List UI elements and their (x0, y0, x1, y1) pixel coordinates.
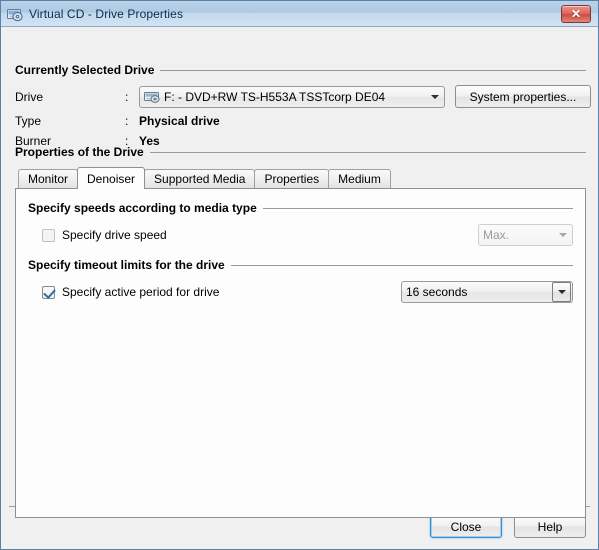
chevron-down-icon[interactable] (426, 94, 444, 99)
specify-drive-speed-control[interactable]: Specify drive speed (42, 228, 478, 242)
active-period-value: 16 seconds (406, 285, 468, 299)
drive-colon: : (125, 89, 129, 104)
group-rule (160, 69, 586, 71)
specify-active-period-control[interactable]: Specify active period for drive (42, 285, 401, 299)
drive-speed-value: Max. (483, 228, 510, 242)
drive-info-grid: Drive : F: - DVD+RW TS-H553A TSSTcorp DE… (15, 85, 591, 148)
specify-drive-speed-row: Specify drive speed Max. (28, 224, 573, 246)
title-bar: Virtual CD - Drive Properties ✕ (1, 1, 598, 27)
chevron-down-icon[interactable] (552, 282, 571, 302)
speeds-group: Specify speeds according to media type S… (28, 201, 573, 246)
drive-selection-row: F: - DVD+RW TS-H553A TSSTcorp DE04 Syste… (139, 85, 591, 108)
timeout-group-header: Specify timeout limits for the drive (28, 258, 573, 272)
tab-strip: Monitor Denoiser Supported Media Propert… (15, 167, 586, 189)
drive-select-value: F: - DVD+RW TS-H553A TSSTcorp DE04 (164, 89, 386, 104)
properties-of-drive-group: Properties of the Drive Monitor Denoiser… (15, 145, 586, 518)
tab-monitor[interactable]: Monitor (18, 169, 79, 188)
selected-drive-group-header: Currently Selected Drive (15, 63, 586, 77)
tab-panel-denoiser: Specify speeds according to media type S… (15, 188, 586, 518)
specify-drive-speed-label: Specify drive speed (62, 228, 167, 242)
properties-group-title: Properties of the Drive (15, 145, 144, 159)
specify-drive-speed-checkbox[interactable] (42, 228, 55, 242)
tab-properties[interactable]: Properties (254, 169, 330, 188)
close-icon: ✕ (570, 6, 582, 21)
dialog-body: Currently Selected Drive Drive : F: - DV… (1, 27, 598, 549)
speeds-group-title: Specify speeds according to media type (28, 201, 257, 215)
close-button[interactable]: Close (430, 515, 502, 538)
timeout-group-title: Specify timeout limits for the drive (28, 258, 225, 272)
tab-supported-media[interactable]: Supported Media (144, 169, 256, 188)
specify-active-period-row: Specify active period for drive 16 secon… (28, 281, 573, 303)
type-label: Type (15, 114, 42, 128)
timeout-group: Specify timeout limits for the drive Spe… (28, 258, 573, 303)
group-rule (230, 264, 573, 266)
system-properties-button[interactable]: System properties... (455, 85, 591, 108)
currently-selected-drive-group: Currently Selected Drive Drive : F: - DV… (15, 63, 591, 148)
help-button[interactable]: Help (514, 515, 586, 538)
type-value: Physical drive (139, 114, 220, 128)
tab-denoiser[interactable]: Denoiser (77, 167, 146, 189)
chevron-down-icon[interactable] (554, 233, 572, 237)
properties-group-header: Properties of the Drive (15, 145, 586, 159)
window-title: Virtual CD - Drive Properties (29, 6, 184, 21)
specify-active-period-checkbox[interactable] (42, 285, 55, 299)
optical-drive-icon (144, 90, 160, 104)
active-period-combobox[interactable]: 16 seconds (401, 281, 573, 303)
specify-active-period-label: Specify active period for drive (62, 285, 220, 299)
close-window-button[interactable]: ✕ (561, 4, 591, 23)
drive-select-combobox[interactable]: F: - DVD+RW TS-H553A TSSTcorp DE04 (139, 85, 445, 108)
drive-speed-combobox[interactable]: Max. (478, 224, 573, 246)
drive-label: Drive (15, 89, 44, 104)
group-rule (149, 151, 586, 153)
dialog-window: Virtual CD - Drive Properties ✕ Currentl… (0, 0, 599, 550)
cd-drive-icon (7, 6, 23, 22)
selected-drive-group-title: Currently Selected Drive (15, 63, 155, 77)
group-rule (262, 207, 573, 209)
type-colon: : (125, 114, 129, 128)
tab-medium[interactable]: Medium (328, 169, 391, 188)
footer-button-bar: Close Help (430, 515, 586, 538)
speeds-group-header: Specify speeds according to media type (28, 201, 573, 215)
